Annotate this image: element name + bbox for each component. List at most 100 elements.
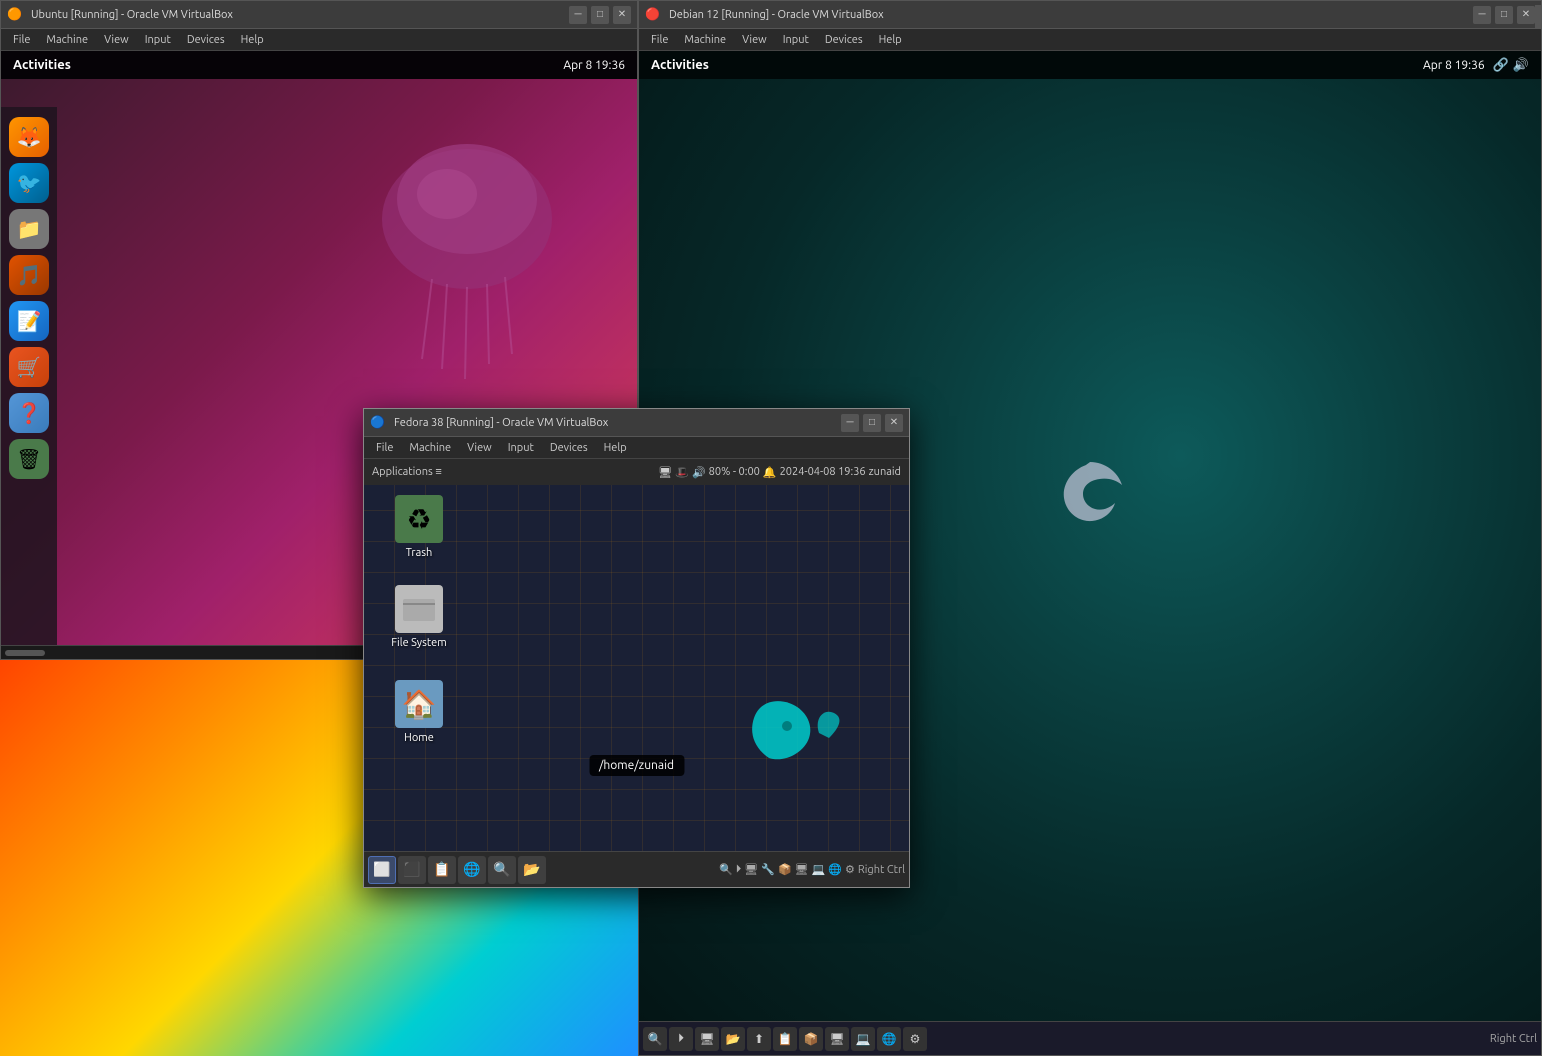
fedora-menu-view[interactable]: View: [461, 440, 498, 456]
fedora-taskbar-browser[interactable]: 🌐: [458, 856, 486, 884]
fedora-home-img: 🏠: [395, 680, 443, 728]
fedora-datetime: 2024-04-08 19:36: [780, 466, 866, 478]
dock-icon-thunderbird[interactable]: 🐦: [9, 163, 49, 203]
ubuntu-jellyfish-illustration: [357, 119, 577, 399]
fedora-username: zunaid: [869, 466, 901, 478]
debian-taskbar-icon-4[interactable]: 📂: [721, 1027, 745, 1051]
fedora-fs-img: [395, 585, 443, 633]
ubuntu-titlebar: 🟠 Ubuntu [Running] - Oracle VM VirtualBo…: [1, 1, 637, 29]
debian-maximize-button[interactable]: □: [1495, 6, 1513, 24]
fedora-close-button[interactable]: ✕: [885, 414, 903, 432]
fedora-mouse-illustration: [749, 698, 849, 771]
fedora-taskbar-icon-3: 🖥: [744, 863, 758, 876]
debian-close-button[interactable]: ✕: [1517, 6, 1535, 24]
debian-titlebar: 🔴 Debian 12 [Running] - Oracle VM Virtua…: [639, 1, 1541, 29]
fedora-menu-input[interactable]: Input: [502, 440, 540, 456]
debian-activities-button[interactable]: Activities: [651, 58, 709, 72]
debian-minimize-button[interactable]: ─: [1473, 6, 1491, 24]
ubuntu-menu-input[interactable]: Input: [139, 32, 177, 48]
fedora-vbox-icon: 🔵: [370, 415, 386, 431]
debian-volume-icon: 🔊: [1513, 58, 1529, 73]
debian-scrollbar-thumb[interactable]: [1535, 5, 1541, 29]
ubuntu-menu-devices[interactable]: Devices: [181, 32, 231, 48]
ubuntu-titlebar-buttons: ─ □ ✕: [569, 6, 631, 24]
fedora-taskbar-icon-6: 🖥: [795, 863, 809, 876]
fedora-menu-help[interactable]: Help: [598, 440, 633, 456]
fedora-home-tooltip: /home/zunaid: [589, 755, 684, 776]
ubuntu-menu-help[interactable]: Help: [235, 32, 270, 48]
ubuntu-vbox-icon: 🟠: [7, 7, 23, 23]
fedora-taskbar-terminal[interactable]: ⬛: [398, 856, 426, 884]
fedora-taskbar-icon-8: 🌐: [828, 863, 842, 876]
debian-taskbar-icon-6[interactable]: 📋: [773, 1027, 797, 1051]
debian-menu-help[interactable]: Help: [873, 32, 908, 48]
debian-systray: 🔗 🔊: [1493, 58, 1529, 73]
dock-icon-firefox[interactable]: 🦊: [9, 117, 49, 157]
fedora-minimize-button[interactable]: ─: [841, 414, 859, 432]
fedora-vm-window: 🔵 Fedora 38 [Running] - Oracle VM Virtua…: [363, 408, 910, 888]
fedora-systray: 🖥 🎩 🔊 80% - 0:00 🔔 2024-04-08 19:36 zuna…: [658, 466, 901, 479]
dock-icon-trash[interactable]: 🗑: [9, 439, 49, 479]
debian-menu-file[interactable]: File: [645, 32, 674, 48]
fedora-menu-devices[interactable]: Devices: [544, 440, 594, 456]
debian-taskbar-icon-11[interactable]: ⚙: [903, 1027, 927, 1051]
debian-taskbar-icon-2[interactable]: ⏵: [669, 1027, 693, 1051]
fedora-xfce-topbar: Applications ≡ 🖥 🎩 🔊 80% - 0:00 🔔 2024-0…: [364, 459, 909, 485]
fedora-display-icon: 🖥: [658, 466, 672, 479]
fedora-desktop-icon-filesystem[interactable]: File System: [384, 585, 454, 649]
ubuntu-menu-view[interactable]: View: [98, 32, 135, 48]
fedora-menu-machine[interactable]: Machine: [403, 440, 457, 456]
fedora-taskbar-icon-4: 🔧: [761, 863, 775, 876]
ubuntu-activities-button[interactable]: Activities: [13, 58, 71, 72]
debian-datetime: Apr 8 19:36: [1423, 59, 1485, 72]
debian-menu-input[interactable]: Input: [777, 32, 815, 48]
fedora-titlebar-buttons: ─ □ ✕: [841, 414, 903, 432]
debian-taskbar-icon-3[interactable]: 🖥: [695, 1027, 719, 1051]
debian-menu-machine[interactable]: Machine: [678, 32, 732, 48]
fedora-applications-menu[interactable]: Applications ≡: [372, 466, 442, 478]
ubuntu-menu-machine[interactable]: Machine: [40, 32, 94, 48]
debian-gnome-topbar: Activities Apr 8 19:36 🔗 🔊: [639, 51, 1541, 79]
fedora-volume-icon: 🔊: [692, 466, 706, 479]
dock-icon-rhythmbox[interactable]: 🎵: [9, 255, 49, 295]
dock-icon-writer[interactable]: 📝: [9, 301, 49, 341]
fedora-menu-file[interactable]: File: [370, 440, 399, 456]
debian-taskbar-icon-7[interactable]: 📦: [799, 1027, 823, 1051]
fedora-taskbar-search[interactable]: 🔍: [488, 856, 516, 884]
fedora-desktop-icon-trash[interactable]: ♻ Trash: [384, 495, 454, 559]
fedora-taskbar-files[interactable]: 📋: [428, 856, 456, 884]
fedora-maximize-button[interactable]: □: [863, 414, 881, 432]
debian-menu-view[interactable]: View: [736, 32, 773, 48]
fedora-desktop-icon-home[interactable]: 🏠 Home: [384, 680, 454, 744]
fedora-taskbar-icon-9: ⚙: [845, 863, 855, 876]
debian-right-ctrl-label: Right Ctrl: [1490, 1033, 1537, 1045]
fedora-right-ctrl-label: Right Ctrl: [858, 864, 905, 876]
ubuntu-maximize-button[interactable]: □: [591, 6, 609, 24]
dock-icon-help[interactable]: ❓: [9, 393, 49, 433]
fedora-taskbar-folder[interactable]: 📂: [518, 856, 546, 884]
ubuntu-scroll-thumb[interactable]: [5, 650, 45, 656]
debian-taskbar: 🔍 ⏵ 🖥 📂 ⬆ 📋 📦 🖥 💻 🌐 ⚙ Right Ctrl: [639, 1021, 1541, 1055]
dock-icon-appstore[interactable]: 🛒: [9, 347, 49, 387]
fedora-battery-label: 80% - 0:00: [709, 466, 760, 478]
debian-taskbar-icon-9[interactable]: 💻: [851, 1027, 875, 1051]
debian-menu-devices[interactable]: Devices: [819, 32, 869, 48]
debian-window-title: Debian 12 [Running] - Oracle VM VirtualB…: [669, 9, 1465, 21]
debian-taskbar-icon-10[interactable]: 🌐: [877, 1027, 901, 1051]
debian-network-icon: 🔗: [1493, 58, 1509, 73]
fedora-taskbar: ⬜ ⬛ 📋 🌐 🔍 📂 🔍 ⏵ 🖥 🔧 📦 🖥 💻 🌐 ⚙ Right Ctrl: [364, 851, 909, 887]
ubuntu-close-button[interactable]: ✕: [613, 6, 631, 24]
dock-icon-files[interactable]: 📁: [9, 209, 49, 249]
fedora-fs-label: File System: [391, 637, 447, 649]
fedora-taskbar-desktop[interactable]: ⬜: [368, 856, 396, 884]
debian-taskbar-icon-8[interactable]: 🖥: [825, 1027, 849, 1051]
ubuntu-menu-file[interactable]: File: [7, 32, 36, 48]
fedora-bell-icon: 🔔: [763, 466, 777, 479]
debian-taskbar-icon-5[interactable]: ⬆: [747, 1027, 771, 1051]
debian-menubar: File Machine View Input Devices Help: [639, 29, 1541, 51]
fedora-taskbar-icon-5: 📦: [778, 863, 792, 876]
ubuntu-minimize-button[interactable]: ─: [569, 6, 587, 24]
fedora-taskbar-icon-2: ⏵: [736, 863, 742, 876]
debian-taskbar-icon-1[interactable]: 🔍: [643, 1027, 667, 1051]
fedora-desktop: ♻ Trash File System 🏠 Home /home/zunaid: [364, 485, 909, 851]
